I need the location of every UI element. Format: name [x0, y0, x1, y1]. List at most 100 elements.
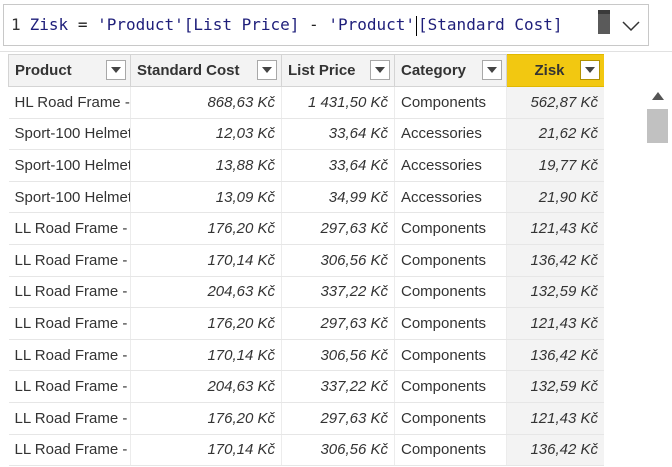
cell-category[interactable]: Components: [394, 244, 507, 277]
column-header-category[interactable]: Category: [394, 54, 507, 87]
table-row: LL Road Frame - Black, 60204,63 Kč337,22…: [8, 370, 604, 403]
cell-category[interactable]: Components: [394, 212, 507, 245]
cell-category[interactable]: Components: [394, 307, 507, 340]
column-header-label: Zisk: [534, 62, 565, 79]
cell-list-price[interactable]: 337,22 Kč: [281, 370, 395, 403]
cell-standard-cost[interactable]: 204,63 Kč: [130, 276, 282, 309]
scroll-up-button[interactable]: [651, 90, 665, 102]
cell-category[interactable]: Accessories: [394, 149, 507, 182]
chevron-down-icon: [375, 67, 385, 73]
cell-list-price[interactable]: 33,64 Kč: [281, 149, 395, 182]
cell-category[interactable]: Components: [394, 86, 507, 119]
header-row: Product Standard Cost List Price Categor…: [8, 54, 604, 87]
cell-list-price[interactable]: 306,56 Kč: [281, 244, 395, 277]
cell-zisk[interactable]: 132,59 Kč: [506, 276, 604, 309]
cell-zisk[interactable]: 121,43 Kč: [506, 307, 604, 340]
cell-product[interactable]: Sport-100 Helmet, Red: [8, 181, 131, 214]
cell-standard-cost[interactable]: 170,14 Kč: [130, 434, 282, 467]
table-row: Sport-100 Helmet, Red13,88 Kč33,64 KčAcc…: [8, 149, 604, 182]
table-row: LL Road Frame - Black, 60176,20 Kč297,63…: [8, 307, 604, 340]
cell-product[interactable]: LL Road Frame - Black, 58: [8, 244, 131, 277]
column-header-list-price[interactable]: List Price: [281, 54, 395, 87]
cell-product[interactable]: LL Road Frame - Black, 60: [8, 339, 131, 372]
cell-zisk[interactable]: 136,42 Kč: [506, 434, 604, 467]
cell-standard-cost[interactable]: 176,20 Kč: [130, 212, 282, 245]
cell-standard-cost[interactable]: 13,88 Kč: [130, 149, 282, 182]
cell-list-price[interactable]: 297,63 Kč: [281, 307, 395, 340]
table-row: LL Road Frame - Black, 62170,14 Kč306,56…: [8, 434, 604, 467]
cell-list-price[interactable]: 306,56 Kč: [281, 339, 395, 372]
cell-standard-cost[interactable]: 12,03 Kč: [130, 118, 282, 151]
cell-zisk[interactable]: 19,77 Kč: [506, 149, 604, 182]
cell-list-price[interactable]: 337,22 Kč: [281, 276, 395, 309]
cell-product[interactable]: LL Road Frame - Black, 58: [8, 276, 131, 309]
cell-category[interactable]: Accessories: [394, 118, 507, 151]
table-row: LL Road Frame - Black, 58204,63 Kč337,22…: [8, 276, 604, 309]
table-body: HL Road Frame - Black, 58868,63 Kč1 431,…: [8, 86, 604, 467]
cell-zisk[interactable]: 121,43 Kč: [506, 212, 604, 245]
cell-standard-cost[interactable]: 176,20 Kč: [130, 402, 282, 435]
cell-zisk[interactable]: 21,62 Kč: [506, 118, 604, 151]
cell-zisk[interactable]: 562,87 Kč: [506, 86, 604, 119]
column-filter-button[interactable]: [370, 60, 390, 80]
column-header-label: Category: [401, 62, 467, 79]
cell-category[interactable]: Accessories: [394, 181, 507, 214]
column-header-standard-cost[interactable]: Standard Cost: [130, 54, 282, 87]
column-header-product[interactable]: Product: [8, 54, 131, 87]
cell-standard-cost[interactable]: 170,14 Kč: [130, 339, 282, 372]
column-filter-button[interactable]: [580, 60, 600, 80]
cell-list-price[interactable]: 297,63 Kč: [281, 212, 395, 245]
data-table: Product Standard Cost List Price Categor…: [8, 54, 604, 467]
column-filter-button[interactable]: [257, 60, 277, 80]
vertical-scrollbar[interactable]: [646, 86, 670, 467]
formula-line-number: 1: [11, 15, 21, 34]
cell-list-price[interactable]: 33,64 Kč: [281, 118, 395, 151]
cell-zisk[interactable]: 136,42 Kč: [506, 339, 604, 372]
cell-product[interactable]: LL Road Frame - Black, 60: [8, 307, 131, 340]
cell-category[interactable]: Components: [394, 402, 507, 435]
table-row: LL Road Frame - Black, 58170,14 Kč306,56…: [8, 244, 604, 277]
column-header-zisk[interactable]: Zisk: [506, 54, 604, 87]
cell-zisk[interactable]: 132,59 Kč: [506, 370, 604, 403]
column-filter-button[interactable]: [482, 60, 502, 80]
formula-standard-cost-ref: Standard Cost]: [427, 15, 563, 34]
column-header-label: Product: [15, 62, 72, 79]
chevron-down-icon: [487, 67, 497, 73]
formula-equals: =: [77, 15, 88, 34]
cell-standard-cost[interactable]: 176,20 Kč: [130, 307, 282, 340]
chevron-down-icon: [585, 67, 595, 73]
cell-product[interactable]: Sport-100 Helmet, Red: [8, 149, 131, 182]
table-row: Sport-100 Helmet, Red12,03 Kč33,64 KčAcc…: [8, 118, 604, 151]
dax-formula-editor[interactable]: 1 Zisk = 'Product'[List Price] - 'Product…: [3, 4, 649, 46]
formula-expand-button[interactable]: [615, 10, 647, 42]
cell-list-price[interactable]: 297,63 Kč: [281, 402, 395, 435]
column-filter-button[interactable]: [106, 60, 126, 80]
cell-category[interactable]: Components: [394, 370, 507, 403]
cell-product[interactable]: HL Road Frame - Black, 58: [8, 86, 131, 119]
cell-list-price[interactable]: 34,99 Kč: [281, 181, 395, 214]
cell-product[interactable]: Sport-100 Helmet, Red: [8, 118, 131, 151]
cell-category[interactable]: Components: [394, 276, 507, 309]
cell-zisk[interactable]: 21,90 Kč: [506, 181, 604, 214]
cell-product[interactable]: LL Road Frame - Black, 60: [8, 370, 131, 403]
cell-category[interactable]: Components: [394, 434, 507, 467]
cell-category[interactable]: Components: [394, 339, 507, 372]
column-header-label: List Price: [288, 62, 356, 79]
cell-standard-cost[interactable]: 868,63 Kč: [130, 86, 282, 119]
cell-standard-cost[interactable]: 170,14 Kč: [130, 244, 282, 277]
table-row: LL Road Frame - Black, 58176,20 Kč297,63…: [8, 212, 604, 245]
cell-zisk[interactable]: 136,42 Kč: [506, 244, 604, 277]
triangle-up-icon: [652, 92, 664, 100]
cell-list-price[interactable]: 1 431,50 Kč: [281, 86, 395, 119]
cell-zisk[interactable]: 121,43 Kč: [506, 402, 604, 435]
cell-product[interactable]: LL Road Frame - Black, 62: [8, 434, 131, 467]
cell-list-price[interactable]: 306,56 Kč: [281, 434, 395, 467]
cell-standard-cost[interactable]: 204,63 Kč: [130, 370, 282, 403]
scroll-thumb[interactable]: [647, 109, 668, 143]
cell-product[interactable]: LL Road Frame - Black, 58: [8, 212, 131, 245]
chevron-down-icon: [622, 21, 640, 32]
cell-standard-cost[interactable]: 13,09 Kč: [130, 181, 282, 214]
formula-open-bracket: [: [418, 15, 428, 34]
formula-scroll-thumb[interactable]: [598, 10, 610, 34]
cell-product[interactable]: LL Road Frame - Black, 62: [8, 402, 131, 435]
